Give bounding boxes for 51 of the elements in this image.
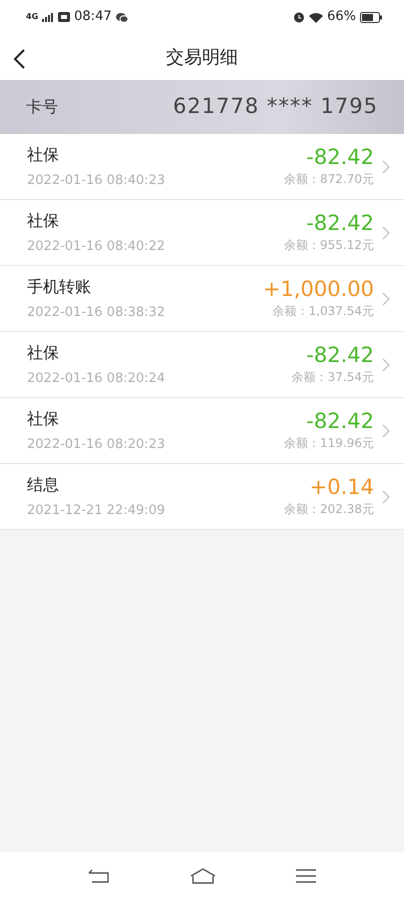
balance-text: 余额：1,037.54元 (272, 302, 374, 320)
status-time: 08:47 (74, 8, 112, 26)
transaction-name: 社保 (27, 408, 60, 430)
chevron-right-icon (382, 490, 390, 504)
signal-icon (42, 12, 54, 22)
alarm-icon (293, 11, 306, 23)
transaction-name: 社保 (27, 210, 60, 232)
balance-text: 余额：955.12元 (284, 236, 374, 254)
hd-icon (58, 12, 70, 22)
balance-text: 余额：872.70元 (284, 170, 374, 188)
card-number: 621778 **** 1795 (173, 93, 378, 120)
transaction-name: 社保 (27, 144, 60, 166)
page-title: 交易明细 (166, 46, 238, 70)
home-icon[interactable] (190, 868, 216, 884)
network-label: 4G (26, 11, 38, 23)
transaction-amount: -82.42 (306, 211, 374, 236)
chevron-right-icon (382, 292, 390, 306)
transaction-name: 结息 (27, 474, 60, 496)
transaction-time: 2022-01-16 08:40:22 (27, 238, 166, 256)
menu-icon[interactable] (296, 869, 316, 883)
chevron-right-icon (382, 358, 390, 372)
transaction-row[interactable]: 社保 2022-01-16 08:20:23 -82.42 余额：119.96元 (0, 398, 404, 464)
transaction-row[interactable]: 社保 2022-01-16 08:40:22 -82.42 余额：955.12元 (0, 200, 404, 266)
battery-percent: 66% (327, 8, 356, 26)
transaction-amount: -82.42 (306, 343, 374, 368)
transaction-amount: +0.14 (310, 475, 374, 500)
transaction-time: 2022-01-16 08:20:24 (27, 370, 166, 388)
battery-icon (360, 12, 382, 22)
transaction-amount: -82.42 (306, 145, 374, 170)
transaction-time: 2022-01-16 08:40:23 (27, 172, 166, 190)
card-label: 卡号 (26, 96, 58, 118)
transaction-name: 社保 (27, 342, 60, 364)
transaction-time: 2022-01-16 08:20:23 (27, 436, 166, 454)
chat-icon (116, 12, 128, 22)
transaction-row[interactable]: 社保 2022-01-16 08:40:23 -82.42 余额：872.70元 (0, 134, 404, 200)
transaction-amount: -82.42 (306, 409, 374, 434)
chevron-right-icon (382, 226, 390, 240)
transaction-name: 手机转账 (27, 276, 92, 298)
transaction-time: 2021-12-21 22:49:09 (27, 502, 166, 520)
transaction-amount: +1,000.00 (262, 277, 374, 302)
balance-text: 余额：119.96元 (284, 434, 374, 452)
balance-text: 余额：37.54元 (292, 368, 374, 386)
transaction-row[interactable]: 结息 2021-12-21 22:49:09 +0.14 余额：202.38元 (0, 464, 404, 530)
chevron-right-icon (382, 160, 390, 174)
wifi-icon (309, 12, 324, 22)
transaction-row[interactable]: 社保 2022-01-16 08:20:24 -82.42 余额：37.54元 (0, 332, 404, 398)
transaction-time: 2022-01-16 08:38:32 (27, 304, 166, 322)
balance-text: 余额：202.38元 (284, 500, 374, 518)
back-nav-icon[interactable] (88, 869, 110, 883)
chevron-right-icon (382, 424, 390, 438)
transaction-row[interactable]: 手机转账 2022-01-16 08:38:32 +1,000.00 余额：1,037.54元 (0, 266, 404, 332)
